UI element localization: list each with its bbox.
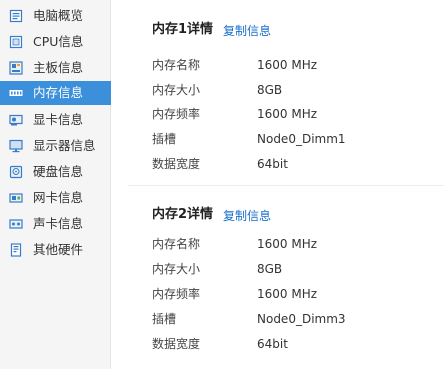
- field-value: 8GB: [257, 83, 283, 97]
- sidebar-item-network[interactable]: 网卡信息: [0, 186, 111, 210]
- field-label: 数据宽度: [152, 337, 201, 351]
- sidebar-item-label: 内存信息: [33, 85, 84, 100]
- sidebar-item-harddisk[interactable]: 硬盘信息: [0, 160, 111, 184]
- motherboard-icon: [9, 61, 23, 75]
- memory-icon: [9, 90, 23, 96]
- sidebar-item-sound[interactable]: 声卡信息: [0, 212, 111, 236]
- section-title: 内存1详情: [152, 22, 214, 37]
- sidebar-item-cpu[interactable]: CPU信息: [0, 30, 111, 54]
- display-icon: [9, 139, 23, 153]
- copy-info-link[interactable]: 复制信息: [223, 23, 271, 39]
- sidebar-item-motherboard[interactable]: 主板信息: [0, 56, 111, 80]
- sidebar-item-display[interactable]: 显示器信息: [0, 134, 111, 158]
- sidebar-item-other[interactable]: 其他硬件: [0, 238, 111, 262]
- sidebar-item-label: 显卡信息: [33, 112, 84, 127]
- field-label: 内存大小: [152, 83, 201, 97]
- sidebar: 电脑概览 CPU信息 主板信息 内存信息 显卡信息 显示器信息 硬盘信息 网卡信…: [0, 0, 111, 369]
- field-value: Node0_Dimm1: [257, 132, 346, 146]
- sidebar-item-label: CPU信息: [33, 34, 84, 49]
- field-value: 1600 MHz: [257, 58, 318, 72]
- field-label: 内存频率: [152, 107, 201, 121]
- hard-disk-icon: [9, 165, 23, 179]
- sidebar-item-label: 其他硬件: [33, 242, 84, 257]
- sidebar-item-label: 硬盘信息: [33, 164, 84, 179]
- field-value: 1600 MHz: [257, 107, 318, 121]
- field-label: 内存大小: [152, 262, 201, 276]
- field-value: 1600 MHz: [257, 287, 318, 301]
- section-divider: [128, 185, 444, 186]
- memory-details-panel: 内存1详情 复制信息 内存名称 1600 MHz 内存大小 8GB 内存频率 1…: [111, 0, 444, 369]
- section-title: 内存2详情: [152, 207, 214, 222]
- field-label: 插槽: [152, 132, 177, 146]
- network-card-icon: [9, 193, 23, 203]
- sidebar-item-overview[interactable]: 电脑概览: [0, 4, 111, 28]
- field-label: 数据宽度: [152, 157, 201, 171]
- field-value: 1600 MHz: [257, 237, 318, 251]
- field-label: 插槽: [152, 312, 177, 326]
- sidebar-item-memory[interactable]: 内存信息: [0, 81, 111, 105]
- field-value: 64bit: [257, 157, 288, 171]
- sidebar-item-label: 声卡信息: [33, 216, 84, 231]
- sidebar-item-label: 主板信息: [33, 60, 84, 75]
- field-value: 64bit: [257, 337, 288, 351]
- field-label: 内存名称: [152, 58, 201, 72]
- field-label: 内存名称: [152, 237, 201, 251]
- sidebar-item-label: 网卡信息: [33, 190, 84, 205]
- sidebar-item-label: 显示器信息: [33, 138, 96, 153]
- other-hardware-icon: [10, 243, 22, 257]
- monitor-doc-icon: [9, 9, 23, 23]
- cpu-icon: [9, 35, 23, 49]
- field-value: Node0_Dimm3: [257, 312, 346, 326]
- copy-info-link[interactable]: 复制信息: [223, 208, 271, 224]
- sound-card-icon: [9, 219, 23, 229]
- sidebar-item-graphics[interactable]: 显卡信息: [0, 108, 111, 132]
- field-label: 内存频率: [152, 287, 201, 301]
- field-value: 8GB: [257, 262, 283, 276]
- graphics-card-icon: [9, 114, 23, 126]
- sidebar-item-label: 电脑概览: [33, 8, 84, 23]
